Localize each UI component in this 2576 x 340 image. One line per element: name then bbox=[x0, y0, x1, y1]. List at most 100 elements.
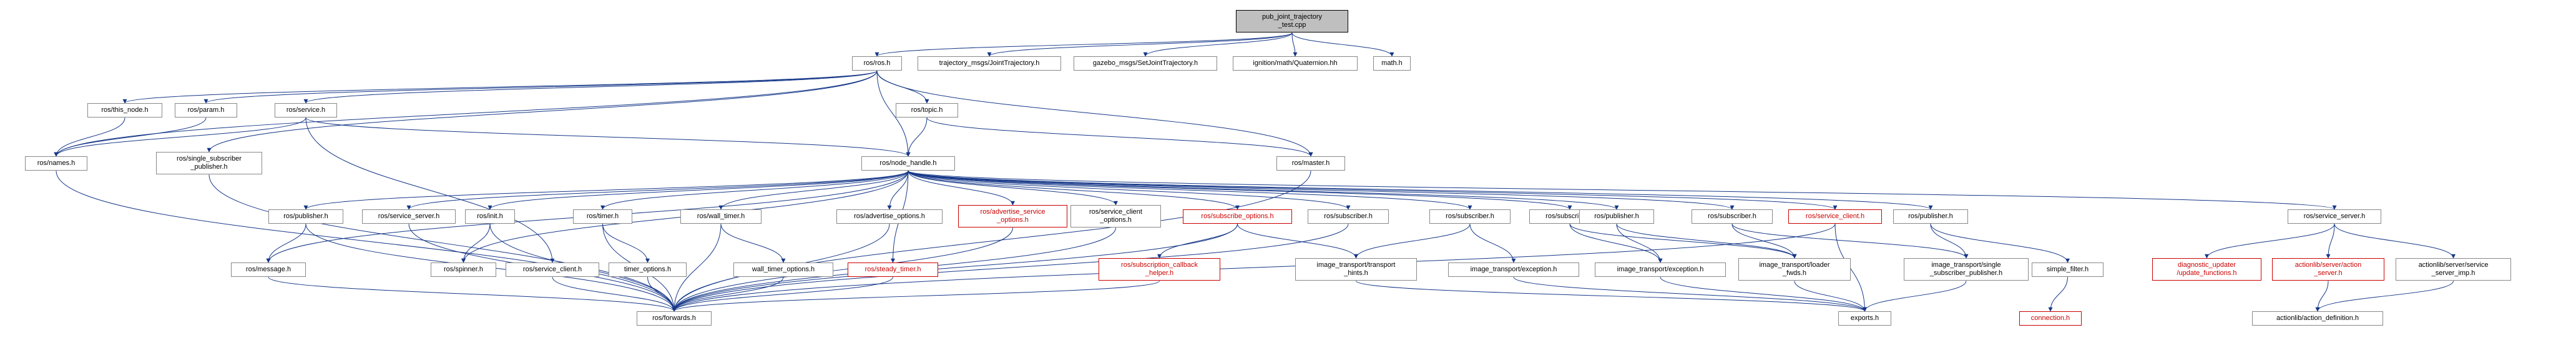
node-ssp[interactable]: ros/single_subscriber_publisher.h bbox=[156, 152, 262, 174]
edge-ssp-forwards bbox=[209, 174, 674, 311]
node-ignquat[interactable]: ignition/math/Quaternion.hh bbox=[1233, 56, 1358, 71]
node-actsrvimp[interactable]: actionlib/server/service_server_imp.h bbox=[2396, 258, 2511, 281]
edge-subscr2-transhints bbox=[1356, 224, 1471, 258]
node-param[interactable]: ros/param.h bbox=[175, 103, 237, 118]
node-subopt[interactable]: ros/subscribe_options.h bbox=[1183, 209, 1292, 224]
edge-subscr4-loaderfwds bbox=[1732, 224, 1795, 258]
edge-thisnode-names bbox=[56, 118, 125, 156]
node-walltimer[interactable]: ros/wall_timer.h bbox=[680, 209, 762, 224]
node-subscr4[interactable]: ros/subscriber.h bbox=[1692, 209, 1773, 224]
node-label-line: ros/service_client bbox=[1089, 208, 1142, 216]
edge-loaderfwds-exports bbox=[1795, 281, 1865, 311]
edge-nodeh-advsvcopt bbox=[908, 171, 1013, 205]
node-subcbhelper[interactable]: ros/subscription_callback_helper.h bbox=[1099, 258, 1220, 281]
node-root[interactable]: pub_joint_trajectory_test.cpp bbox=[1236, 10, 1348, 32]
node-trajmsgs[interactable]: trajectory_msgs/JointTrajectory.h bbox=[918, 56, 1061, 71]
node-subscr2[interactable]: ros/subscriber.h bbox=[1429, 209, 1511, 224]
node-walltimeropt[interactable]: wall_timer_options.h bbox=[733, 262, 833, 277]
edge-root-rosros bbox=[877, 32, 1292, 56]
node-pub1[interactable]: ros/publisher.h bbox=[268, 209, 343, 224]
node-label-line: image_transport/loader bbox=[1759, 261, 1829, 269]
node-label-line: diagnostic_updater bbox=[2178, 261, 2236, 269]
edge-subopt-transhints bbox=[1238, 224, 1356, 258]
node-message[interactable]: ros/message.h bbox=[231, 262, 306, 277]
edge-svcsrv2-actsrvimp bbox=[2334, 224, 2454, 258]
node-itexc1[interactable]: image_transport/exception.h bbox=[1448, 262, 1579, 277]
node-timer[interactable]: ros/timer.h bbox=[573, 209, 632, 224]
edge-service-names bbox=[56, 118, 306, 156]
node-connection[interactable]: connection.h bbox=[2019, 311, 2082, 326]
node-loaderfwds[interactable]: image_transport/loader_fwds.h bbox=[1738, 258, 1851, 281]
node-timeropt[interactable]: timer_options.h bbox=[609, 262, 687, 277]
node-label-line: _server_imp.h bbox=[2432, 269, 2476, 277]
node-names[interactable]: ros/names.h bbox=[25, 156, 87, 171]
node-svcsrv1[interactable]: ros/service_server.h bbox=[362, 209, 456, 224]
edge-subscr3-loaderfwds bbox=[1570, 224, 1795, 258]
node-topic[interactable]: ros/topic.h bbox=[896, 103, 958, 118]
node-gazmsgs[interactable]: gazebo_msgs/SetJointTrajectory.h bbox=[1074, 56, 1217, 71]
node-subscr1[interactable]: ros/subscriber.h bbox=[1308, 209, 1389, 224]
node-svcclient2[interactable]: ros/service_client.h bbox=[506, 262, 599, 277]
node-svcclopt[interactable]: ros/service_client_options.h bbox=[1070, 205, 1161, 228]
node-pub2[interactable]: ros/publisher.h bbox=[1579, 209, 1654, 224]
edge-nodeh-pub1 bbox=[306, 171, 908, 209]
node-label-line: ros/subscription_callback bbox=[1121, 261, 1198, 269]
node-forwards[interactable]: ros/forwards.h bbox=[637, 311, 712, 326]
edge-simplefilter-connection bbox=[2050, 277, 2068, 311]
node-thisnode[interactable]: ros/this_node.h bbox=[87, 103, 162, 118]
edge-nodeh-subopt bbox=[908, 171, 1238, 209]
edge-nodeh-timer bbox=[603, 171, 909, 209]
node-transhints[interactable]: image_transport/transport_hints.h bbox=[1295, 258, 1417, 281]
edge-nodeh-init bbox=[490, 171, 908, 209]
edge-service-svcclient2 bbox=[306, 118, 552, 262]
edge-itexc2-exports bbox=[1660, 277, 1865, 311]
node-math[interactable]: math.h bbox=[1373, 56, 1411, 71]
edge-root-math bbox=[1292, 32, 1392, 56]
node-label-line: _server.h bbox=[2314, 269, 2342, 277]
node-exports[interactable]: exports.h bbox=[1838, 311, 1891, 326]
edge-nodeh-svcclient bbox=[908, 171, 1835, 209]
edge-root-trajmsgs bbox=[989, 32, 1292, 56]
edge-nodeh-advopt bbox=[889, 171, 908, 209]
edge-nodeh-svcsrv1 bbox=[409, 171, 908, 209]
edge-actsrvimp-actdef bbox=[2318, 281, 2454, 311]
node-advopt[interactable]: ros/advertise_options.h bbox=[836, 209, 943, 224]
node-itssp[interactable]: image_transport/single_subscriber_publis… bbox=[1904, 258, 2029, 281]
edge-nodeh-subscr3 bbox=[908, 171, 1570, 209]
edge-walltimeropt-forwards bbox=[674, 277, 783, 311]
node-service[interactable]: ros/service.h bbox=[275, 103, 337, 118]
node-rosros[interactable]: ros/ros.h bbox=[852, 56, 902, 71]
node-label-line: _subscriber_publisher.h bbox=[1930, 269, 2002, 277]
node-label-line: ros/advertise_service bbox=[981, 208, 1046, 216]
edge-pub2-itexc2 bbox=[1617, 224, 1660, 262]
node-pub3[interactable]: ros/publisher.h bbox=[1893, 209, 1968, 224]
node-steadytimer[interactable]: ros/steady_timer.h bbox=[848, 262, 938, 277]
node-advsvcopt[interactable]: ros/advertise_service_options.h bbox=[958, 205, 1067, 228]
edge-pub3-simplefilter bbox=[1931, 224, 2068, 262]
node-svcclient[interactable]: ros/service_client.h bbox=[1788, 209, 1882, 224]
node-label-line: ros/single_subscriber bbox=[177, 155, 242, 162]
node-nodeh[interactable]: ros/node_handle.h bbox=[861, 156, 955, 171]
node-label-line: _test.cpp bbox=[1278, 21, 1306, 29]
node-spinner[interactable]: ros/spinner.h bbox=[431, 262, 496, 277]
node-init[interactable]: ros/init.h bbox=[465, 209, 515, 224]
node-actdef[interactable]: actionlib/action_definition.h bbox=[2252, 311, 2383, 326]
node-label-line: _fwds.h bbox=[1783, 269, 1806, 277]
edge-subcbhelper-forwards bbox=[674, 281, 1160, 311]
node-actsrv[interactable]: actionlib/server/action_server.h bbox=[2272, 258, 2384, 281]
edge-subscr3-itexc2 bbox=[1570, 224, 1660, 262]
edge-nodeh-svcsrv2 bbox=[908, 171, 2334, 209]
edge-rosros-service bbox=[306, 71, 877, 103]
edge-pub3-itssp bbox=[1931, 224, 1966, 258]
node-label-line: _helper.h bbox=[1145, 269, 1173, 277]
edge-nodeh-subscr1 bbox=[908, 171, 1348, 209]
node-simplefilter[interactable]: simple_filter.h bbox=[2032, 262, 2103, 277]
node-label-line: image_transport/transport bbox=[1317, 261, 1396, 269]
node-master[interactable]: ros/master.h bbox=[1276, 156, 1345, 171]
node-diagupd[interactable]: diagnostic_updater/update_functions.h bbox=[2152, 258, 2261, 281]
dependency-graph: pub_joint_trajectory_test.cpp ros/ros.h tr… bbox=[0, 0, 2576, 340]
edge-master-forwards bbox=[674, 171, 1311, 311]
node-svcsrv2[interactable]: ros/service_server.h bbox=[2288, 209, 2381, 224]
edge-subopt-subcbhelper bbox=[1160, 224, 1238, 258]
node-itexc2[interactable]: image_transport/exception.h bbox=[1595, 262, 1726, 277]
